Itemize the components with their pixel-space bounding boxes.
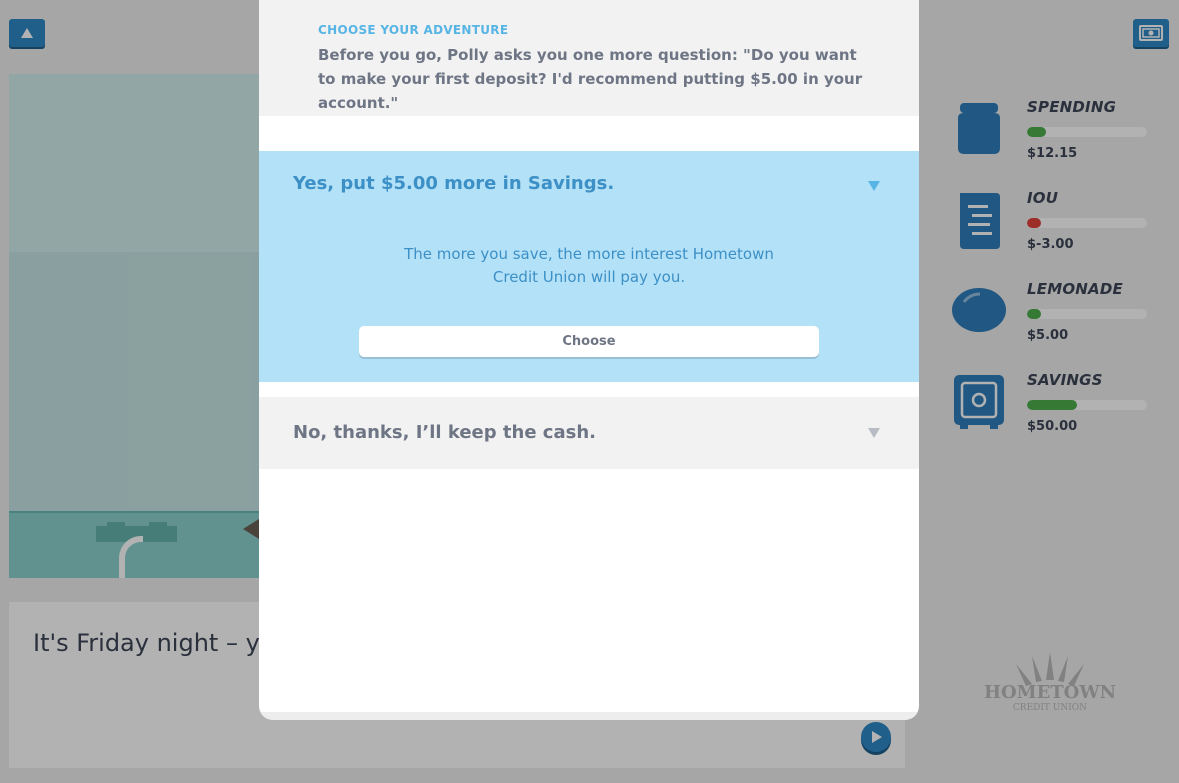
choice-dialog: CHOOSE YOUR ADVENTURE Before you go, Pol… <box>259 0 919 720</box>
dialog-header: CHOOSE YOUR ADVENTURE Before you go, Pol… <box>259 0 919 116</box>
choose-button[interactable]: Choose <box>359 326 819 357</box>
chevron-down-icon[interactable] <box>868 428 880 438</box>
dialog-eyebrow: CHOOSE YOUR ADVENTURE <box>318 23 509 37</box>
option-title[interactable]: No, thanks, I’ll keep the cash. <box>293 422 596 443</box>
option-title[interactable]: Yes, put $5.00 more in Savings. <box>293 173 614 194</box>
option-description: The more you save, the more interest Hom… <box>404 245 774 286</box>
chevron-down-icon[interactable] <box>868 181 880 191</box>
dialog-footer <box>259 712 919 720</box>
option-keep-cash[interactable]: No, thanks, I’ll keep the cash. <box>259 397 919 469</box>
dialog-question: Before you go, Polly asks you one more q… <box>318 46 863 112</box>
option-save[interactable]: Yes, put $5.00 more in Savings. The more… <box>259 151 919 382</box>
